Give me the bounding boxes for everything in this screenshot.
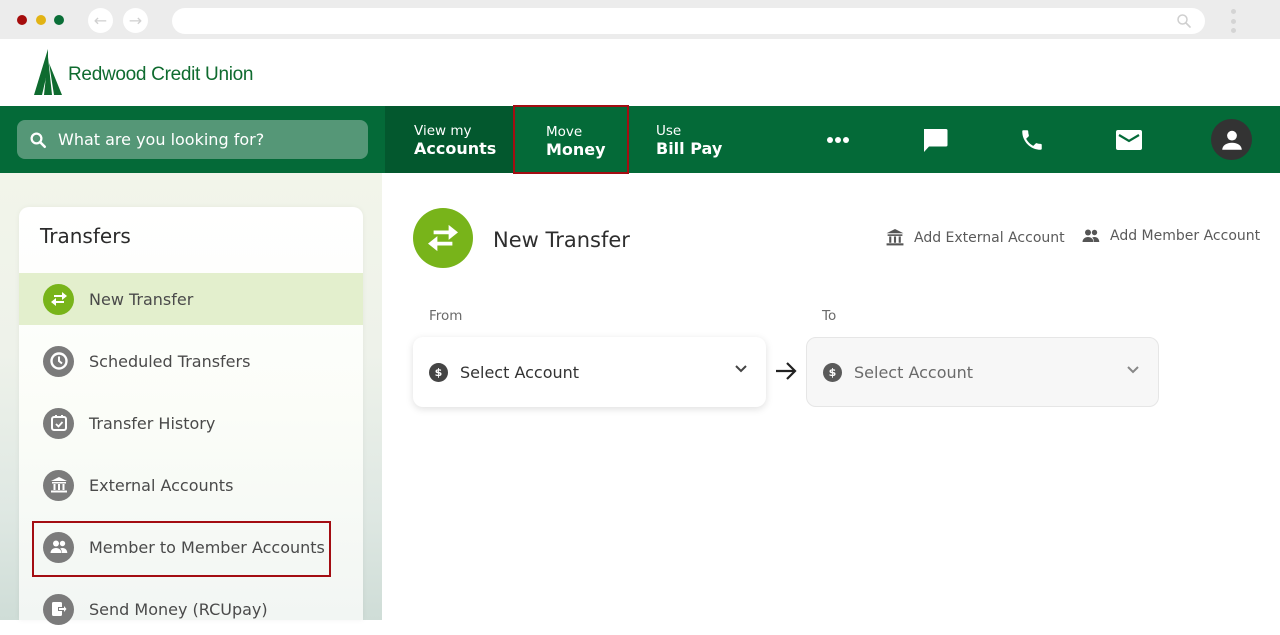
bank-icon <box>43 469 74 501</box>
select-placeholder: Select Account <box>854 362 974 382</box>
tab-big-label: Accounts <box>414 139 497 158</box>
kebab-dot <box>1230 28 1236 33</box>
tab-big-label: Money <box>546 140 606 159</box>
dollar-icon: $ <box>823 362 842 382</box>
mail-button[interactable] <box>1112 123 1146 157</box>
link-label: Add External Account <box>914 229 1065 246</box>
kebab-dot <box>1230 9 1236 14</box>
mail-icon <box>1116 130 1142 150</box>
browser-forward-button[interactable]: → <box>123 8 148 33</box>
sidebar-item-label: Transfer History <box>89 413 216 433</box>
logo[interactable]: Redwood Credit Union <box>34 49 253 95</box>
bank-icon <box>886 229 904 246</box>
chat-icon <box>924 129 948 152</box>
add-member-account-link[interactable]: Add Member Account <box>1081 228 1260 244</box>
sidebar-item-label: Send Money (RCUpay) <box>89 599 268 619</box>
select-placeholder: Select Account <box>460 362 580 382</box>
phone-icon <box>1022 130 1042 150</box>
search-input[interactable] <box>58 130 348 149</box>
chevron-down-icon <box>735 365 747 373</box>
tab-big-label: Bill Pay <box>656 139 723 158</box>
link-label: Add Member Account <box>1110 228 1261 244</box>
sidebar-item-label: New Transfer <box>89 289 194 309</box>
search-icon <box>1177 14 1191 28</box>
logo-text: Redwood Credit Union <box>68 64 254 85</box>
tab-small-label: Move <box>546 124 583 140</box>
browser-menu-button[interactable] <box>1228 9 1238 33</box>
tab-view-accounts[interactable]: View my Accounts <box>385 106 513 173</box>
clock-icon <box>43 345 74 377</box>
transfer-icon <box>413 208 473 268</box>
sidebar-item-label: Scheduled Transfers <box>89 351 251 371</box>
to-account-select[interactable]: $ Select Account <box>806 337 1159 407</box>
phone-button[interactable] <box>1015 123 1049 157</box>
chevron-down-icon <box>1127 366 1139 374</box>
from-label: From <box>429 308 463 324</box>
search-icon <box>30 132 47 148</box>
browser-toolbar: ← → <box>0 0 1280 39</box>
maximize-window-button[interactable] <box>54 15 64 25</box>
page-title: New Transfer <box>493 228 630 252</box>
profile-icon <box>1221 130 1242 150</box>
sidebar-item-transfer-history[interactable]: Transfer History <box>19 397 363 449</box>
member-to-member-highlight <box>32 521 331 577</box>
close-window-button[interactable] <box>17 15 27 25</box>
members-icon <box>1082 229 1100 242</box>
site-search[interactable] <box>17 120 368 159</box>
sidebar-title: Transfers <box>40 224 131 248</box>
kebab-dot <box>1230 18 1236 24</box>
main-nav: View my Accounts Move Money Use Bill Pay <box>0 105 1280 174</box>
transfer-icon <box>43 283 74 315</box>
calendar-check-icon <box>43 407 74 439</box>
sidebar-item-new-transfer[interactable]: New Transfer <box>19 273 363 325</box>
minimize-window-button[interactable] <box>36 15 46 25</box>
sidebar-item-scheduled-transfers[interactable]: Scheduled Transfers <box>19 335 363 387</box>
dollar-icon: $ <box>429 362 448 382</box>
arrow-right-icon <box>776 362 797 380</box>
tab-small-label: View my <box>414 123 472 139</box>
browser-back-button[interactable]: ← <box>88 8 113 33</box>
to-label: To <box>822 308 837 324</box>
more-button[interactable] <box>821 123 855 157</box>
address-bar[interactable] <box>172 8 1205 34</box>
arrow-left-icon: ← <box>93 11 108 30</box>
redwood-tree-icon <box>34 49 62 95</box>
sidebar-item-external-accounts[interactable]: External Accounts <box>19 459 363 511</box>
sidebar-item-send-money[interactable]: Send Money (RCUpay) <box>19 583 363 635</box>
tab-bill-pay[interactable]: Use Bill Pay <box>629 106 759 173</box>
tab-small-label: Use <box>656 123 682 139</box>
arrow-right-icon: → <box>128 11 143 30</box>
tab-move-money[interactable]: Move Money <box>513 105 629 174</box>
sidebar-item-label: External Accounts <box>89 475 234 495</box>
profile-button[interactable] <box>1211 119 1252 160</box>
add-external-account-link[interactable]: Add External Account <box>885 228 1065 247</box>
from-account-select[interactable]: $ Select Account <box>413 337 766 407</box>
site-header: Redwood Credit Union <box>0 39 1280 106</box>
more-icon <box>827 137 849 143</box>
chat-button[interactable] <box>918 123 952 157</box>
